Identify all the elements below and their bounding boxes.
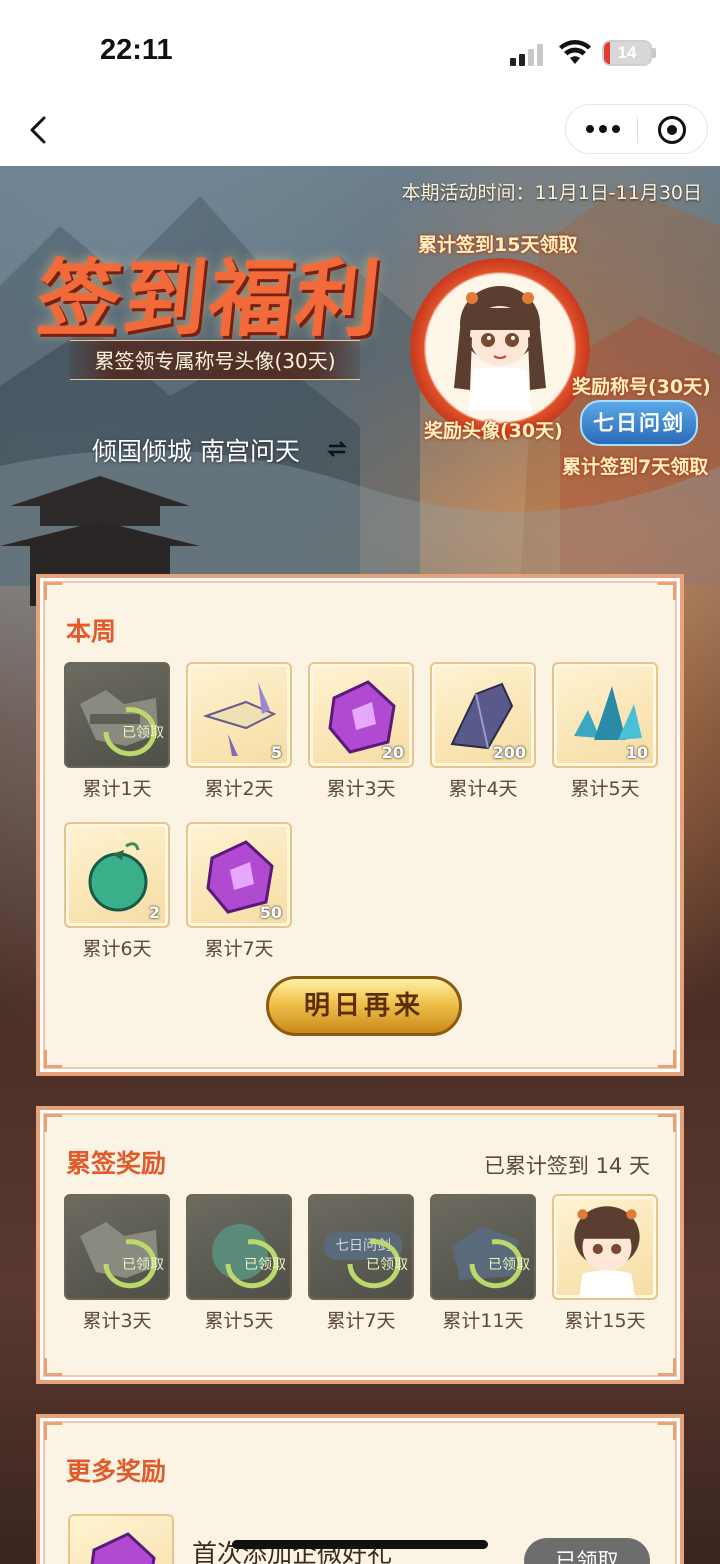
reward-quantity: 10 xyxy=(625,743,648,762)
cellular-signal-icon xyxy=(510,42,548,66)
claimed-stamp-icon: 已领取 xyxy=(103,707,164,757)
week-reward-day-1[interactable]: 已领取 累计1天 xyxy=(64,662,172,801)
reward-box: 5 xyxy=(186,662,292,768)
reward-caption: 累计11天 xyxy=(442,1310,524,1332)
target-close-icon[interactable] xyxy=(658,116,686,144)
status-bar: 22:11 14 xyxy=(0,0,720,100)
swap-arrows-icon[interactable] xyxy=(326,438,348,460)
reward-caption: 累计3天 xyxy=(326,778,396,800)
purple-rune-icon xyxy=(90,1532,156,1564)
navigation-bar xyxy=(0,100,720,166)
home-indicator xyxy=(232,1540,488,1549)
cumulative-rewards-card: 累签奖励 已累计签到 14 天 已领取 累计3天 已领取 累计5天 七日问剑 已… xyxy=(36,1106,684,1384)
card-corner xyxy=(658,1422,676,1440)
reward-box: 200 xyxy=(430,662,536,768)
card-corner xyxy=(658,1358,676,1376)
week-reward-day-5[interactable]: 10 累计5天 xyxy=(552,662,660,801)
reward-box: 已领取 xyxy=(430,1194,536,1300)
week-reward-day-2[interactable]: 5 累计2天 xyxy=(186,662,294,801)
cumulative-reward-5[interactable]: 已领取 累计5天 xyxy=(186,1194,294,1333)
event-period-text: 本期活动时间：11月1日-11月30日 xyxy=(401,182,702,204)
week-reward-day-6[interactable]: 2 累计6天 xyxy=(64,822,172,961)
stamp-text: 已领取 xyxy=(244,1257,286,1273)
reward-quantity: 2 xyxy=(148,903,160,922)
banner-title: 签到福利 xyxy=(32,249,387,348)
reward-box xyxy=(552,1194,658,1300)
reward-caption: 累计5天 xyxy=(570,778,640,800)
reward-caption: 累计1天 xyxy=(82,778,152,800)
player-name: 倾国倾城 南宫问天 xyxy=(92,437,300,466)
reward-quantity: 20 xyxy=(381,743,404,762)
stamp-text: 已领取 xyxy=(488,1257,530,1273)
title-condition-label: 累计签到7天领取 xyxy=(562,456,709,478)
wifi-icon xyxy=(559,40,591,64)
reward-caption: 累计7天 xyxy=(204,938,274,960)
come-back-tomorrow-button[interactable]: 明日再来 xyxy=(266,976,462,1036)
reward-caption: 累计5天 xyxy=(204,1310,274,1332)
card-corner xyxy=(44,1050,62,1068)
back-chevron-icon[interactable] xyxy=(22,110,62,150)
avatar-portrait-icon xyxy=(574,1206,640,1298)
card-corner xyxy=(44,1422,62,1440)
cumulative-reward-3[interactable]: 已领取 累计3天 xyxy=(64,1194,172,1333)
reward-box: 已领取 xyxy=(64,1194,170,1300)
reward-box: 已领取 xyxy=(64,662,170,768)
weekly-checkin-card: 本周 已领取 累计1天 5 累计2天 20 累计3天 200 累计4天 10 累… xyxy=(36,574,684,1076)
status-time: 22:11 xyxy=(100,34,173,66)
reward-quantity: 200 xyxy=(492,743,526,762)
card-corner xyxy=(658,1114,676,1132)
card-corner xyxy=(658,1050,676,1068)
reward-box: 20 xyxy=(308,662,414,768)
week-reward-day-3[interactable]: 20 累计3天 xyxy=(308,662,416,801)
banner-subtitle: 累签领专属称号头像(30天) xyxy=(70,340,360,380)
title-reward-label: 奖励称号(30天) xyxy=(572,376,711,398)
more-rewards-title: 更多奖励 xyxy=(66,1457,167,1486)
card-corner xyxy=(44,1358,62,1376)
avatar-portrait-icon xyxy=(454,286,546,410)
claimed-stamp-icon: 已领取 xyxy=(225,1239,286,1289)
reward-box: 七日问剑 已领取 xyxy=(308,1194,414,1300)
claimed-button[interactable]: 已领取 xyxy=(524,1538,650,1564)
battery-percentage: 14 xyxy=(617,43,637,62)
avatar-reward-label: 奖励头像(30天) xyxy=(424,420,563,442)
reward-caption: 累计4天 xyxy=(448,778,518,800)
reward-quantity: 5 xyxy=(270,743,282,762)
reward-quantity: 50 xyxy=(259,903,282,922)
reward-box: 10 xyxy=(552,662,658,768)
reward-caption: 累计6天 xyxy=(82,938,152,960)
cumulative-reward-15[interactable]: 累计15天 xyxy=(552,1194,660,1333)
capsule-divider xyxy=(637,117,638,143)
card-corner xyxy=(658,582,676,600)
reward-box xyxy=(68,1514,174,1564)
reward-caption: 累计7天 xyxy=(326,1310,396,1332)
reward-box: 已领取 xyxy=(186,1194,292,1300)
cumulative-title: 累签奖励 xyxy=(66,1149,167,1178)
stamp-text: 已领取 xyxy=(122,725,164,741)
claimed-stamp-icon: 已领取 xyxy=(103,1239,164,1289)
claimed-stamp-icon: 已领取 xyxy=(347,1239,408,1289)
avatar-condition-label: 累计签到15天领取 xyxy=(418,234,578,256)
more-dots-icon[interactable] xyxy=(584,119,624,141)
claimed-stamp-icon: 已领取 xyxy=(469,1239,530,1289)
battery-cap xyxy=(652,48,656,58)
mini-program-capsule xyxy=(565,104,708,154)
cumulative-reward-7[interactable]: 七日问剑 已领取 累计7天 xyxy=(308,1194,416,1333)
reward-caption: 累计15天 xyxy=(564,1310,646,1332)
card-corner xyxy=(44,1114,62,1132)
battery-icon: 14 xyxy=(602,40,652,66)
reward-box: 50 xyxy=(186,822,292,928)
reward-caption: 累计2天 xyxy=(204,778,274,800)
cumulative-reward-11[interactable]: 已领取 累计11天 xyxy=(430,1194,538,1333)
weekly-title: 本周 xyxy=(66,617,117,646)
more-reward-item-title: 首次添加企微好礼 xyxy=(192,1539,393,1564)
reward-caption: 累计3天 xyxy=(82,1310,152,1332)
cumulative-summary: 已累计签到 14 天 xyxy=(483,1154,650,1178)
stamp-text: 已领取 xyxy=(122,1257,164,1273)
title-badge: 七日问剑 xyxy=(580,400,698,446)
week-reward-day-4[interactable]: 200 累计4天 xyxy=(430,662,538,801)
reward-box: 2 xyxy=(64,822,170,928)
week-reward-day-7[interactable]: 50 累计7天 xyxy=(186,822,294,961)
card-corner xyxy=(44,582,62,600)
stamp-text: 已领取 xyxy=(366,1257,408,1273)
